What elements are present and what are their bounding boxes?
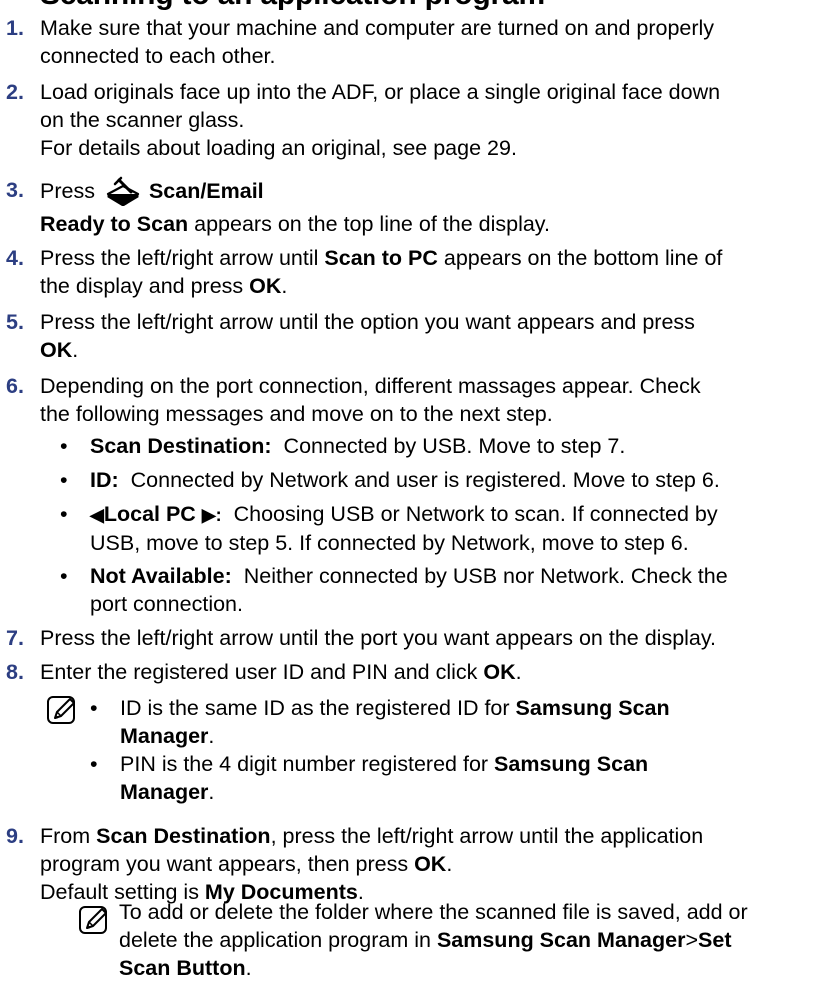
app-name: Manager bbox=[120, 724, 209, 748]
app-name: Samsung Scan bbox=[494, 752, 649, 776]
note-text: To add or delete the folder where the sc… bbox=[119, 900, 748, 924]
press-text: Press bbox=[40, 179, 95, 203]
text-part: PIN is the 4 digit number registered for bbox=[120, 752, 495, 776]
text-part: . bbox=[515, 660, 522, 684]
text-part: Press the left/right arrow until bbox=[40, 246, 325, 270]
step-text: For details about loading an original, s… bbox=[40, 136, 517, 160]
scan-email-button-label: Scan/Email bbox=[148, 179, 264, 203]
ok-label: OK bbox=[483, 660, 516, 684]
text-part: > bbox=[685, 928, 699, 952]
step-text: on the scanner glass. bbox=[40, 108, 245, 132]
bullet-dot: • bbox=[90, 696, 98, 720]
text-part: From bbox=[40, 824, 97, 848]
step-text: Press the left/right arrow until Scan to… bbox=[40, 244, 804, 272]
step-text-rest: appears on the top line of the display. bbox=[188, 212, 550, 236]
step-text: Depending on the port connection, differ… bbox=[40, 374, 701, 398]
bullet-label-text: Local PC bbox=[103, 502, 202, 526]
text-part: appears on the bottom line of bbox=[437, 246, 723, 270]
text-part: Enter the registered user ID and PIN and… bbox=[40, 660, 484, 684]
text-part: the display and press bbox=[40, 274, 250, 298]
menu-option: Scan Destination bbox=[96, 824, 271, 848]
step-text: Ready to Scan appears on the top line of… bbox=[40, 210, 804, 238]
bullet-desc: USB, move to step 5. If connected by Net… bbox=[90, 531, 689, 555]
right-arrow-icon: ▶: bbox=[201, 505, 222, 525]
step-text: the display and press OK. bbox=[40, 272, 804, 300]
note-2: To add or delete the folder where the sc… bbox=[119, 898, 809, 982]
bullet-desc: Connected by Network and user is registe… bbox=[130, 468, 720, 492]
step-text: the following messages and move on to th… bbox=[40, 402, 553, 426]
bullet-label: Scan Destination: bbox=[90, 434, 272, 458]
bullet-desc: Choosing USB or Network to scan. If conn… bbox=[233, 502, 718, 526]
bullet-dot: • bbox=[60, 564, 68, 588]
menu-option: Scan Button bbox=[119, 956, 246, 980]
menu-option: Set bbox=[698, 928, 732, 952]
bullet-desc: Connected by USB. Move to step 7. bbox=[283, 434, 626, 458]
page: Scanning to an application program 1. Ma… bbox=[0, 0, 814, 980]
step-text: Press the left/right arrow until the opt… bbox=[40, 310, 695, 334]
step-text: program you want appears, then press OK. bbox=[40, 850, 804, 878]
note-icon bbox=[79, 906, 107, 934]
text-part: . bbox=[281, 274, 288, 298]
text-part: . bbox=[446, 852, 453, 876]
text-part: , press the left/right arrow until the a… bbox=[270, 824, 704, 848]
bullet-label: Not Available: bbox=[90, 564, 232, 588]
bullet-desc: Neither connected by USB nor Network. Ch… bbox=[243, 564, 728, 588]
step-text: From Scan Destination, press the left/ri… bbox=[40, 822, 804, 850]
bullet-dot: • bbox=[60, 468, 68, 492]
note-text: Manager. bbox=[120, 722, 670, 750]
note-text: delete the application program in Samsun… bbox=[119, 926, 809, 954]
ok-label: OK bbox=[414, 852, 447, 876]
bullet-label: ◀Local PC ▶: bbox=[90, 502, 222, 526]
text-part: . bbox=[72, 338, 79, 362]
step-text: Load originals face up into the ADF, or … bbox=[40, 80, 721, 104]
menu-option: Scan to PC bbox=[324, 246, 438, 270]
bullet-desc: port connection. bbox=[90, 592, 243, 616]
app-name: Samsung Scan bbox=[515, 696, 670, 720]
step-text: OK. bbox=[40, 336, 804, 364]
bullet-dot: • bbox=[60, 434, 68, 458]
text-part: . bbox=[245, 956, 252, 980]
text-part: . bbox=[208, 724, 215, 748]
text-part: ID is the same ID as the registered ID f… bbox=[120, 696, 516, 720]
app-name: Samsung Scan Manager bbox=[436, 928, 686, 952]
bullet-dot: • bbox=[60, 502, 68, 526]
step-text: Press Scan/Email bbox=[40, 176, 804, 207]
step-text: Enter the registered user ID and PIN and… bbox=[40, 658, 804, 686]
bullet-text: ◀Local PC ▶: Choosing USB or Network to … bbox=[90, 500, 718, 529]
bullet-dot: • bbox=[90, 752, 98, 776]
note-text: PIN is the 4 digit number registered for… bbox=[120, 750, 648, 778]
bullet-text: Not Available: Neither connected by USB … bbox=[90, 562, 728, 590]
left-arrow-icon: ◀ bbox=[90, 505, 104, 525]
note-icon bbox=[47, 696, 75, 724]
note-text: Manager. bbox=[120, 778, 648, 806]
bullet-label: ID: bbox=[90, 468, 119, 492]
text-part: . bbox=[208, 780, 215, 804]
app-name: Manager bbox=[120, 780, 209, 804]
scanner-icon bbox=[106, 176, 140, 207]
bullet-text: ID: Connected by Network and user is reg… bbox=[90, 466, 720, 494]
display-message: Ready to Scan bbox=[40, 212, 189, 236]
step-text: Make sure that your machine and computer… bbox=[40, 16, 715, 40]
step-text: Press the left/right arrow until the por… bbox=[40, 626, 717, 650]
ok-label: OK bbox=[249, 274, 282, 298]
step-text: connected to each other. bbox=[40, 44, 276, 68]
section-heading: Scanning to an application program bbox=[40, 0, 545, 11]
text-part: delete the application program in bbox=[119, 928, 437, 952]
text-part: program you want appears, then press bbox=[40, 852, 415, 876]
note-text: ID is the same ID as the registered ID f… bbox=[120, 694, 670, 722]
note-text: Scan Button. bbox=[119, 954, 809, 982]
bullet-text: Scan Destination: Connected by USB. Move… bbox=[90, 432, 625, 460]
ok-label: OK bbox=[40, 338, 73, 362]
